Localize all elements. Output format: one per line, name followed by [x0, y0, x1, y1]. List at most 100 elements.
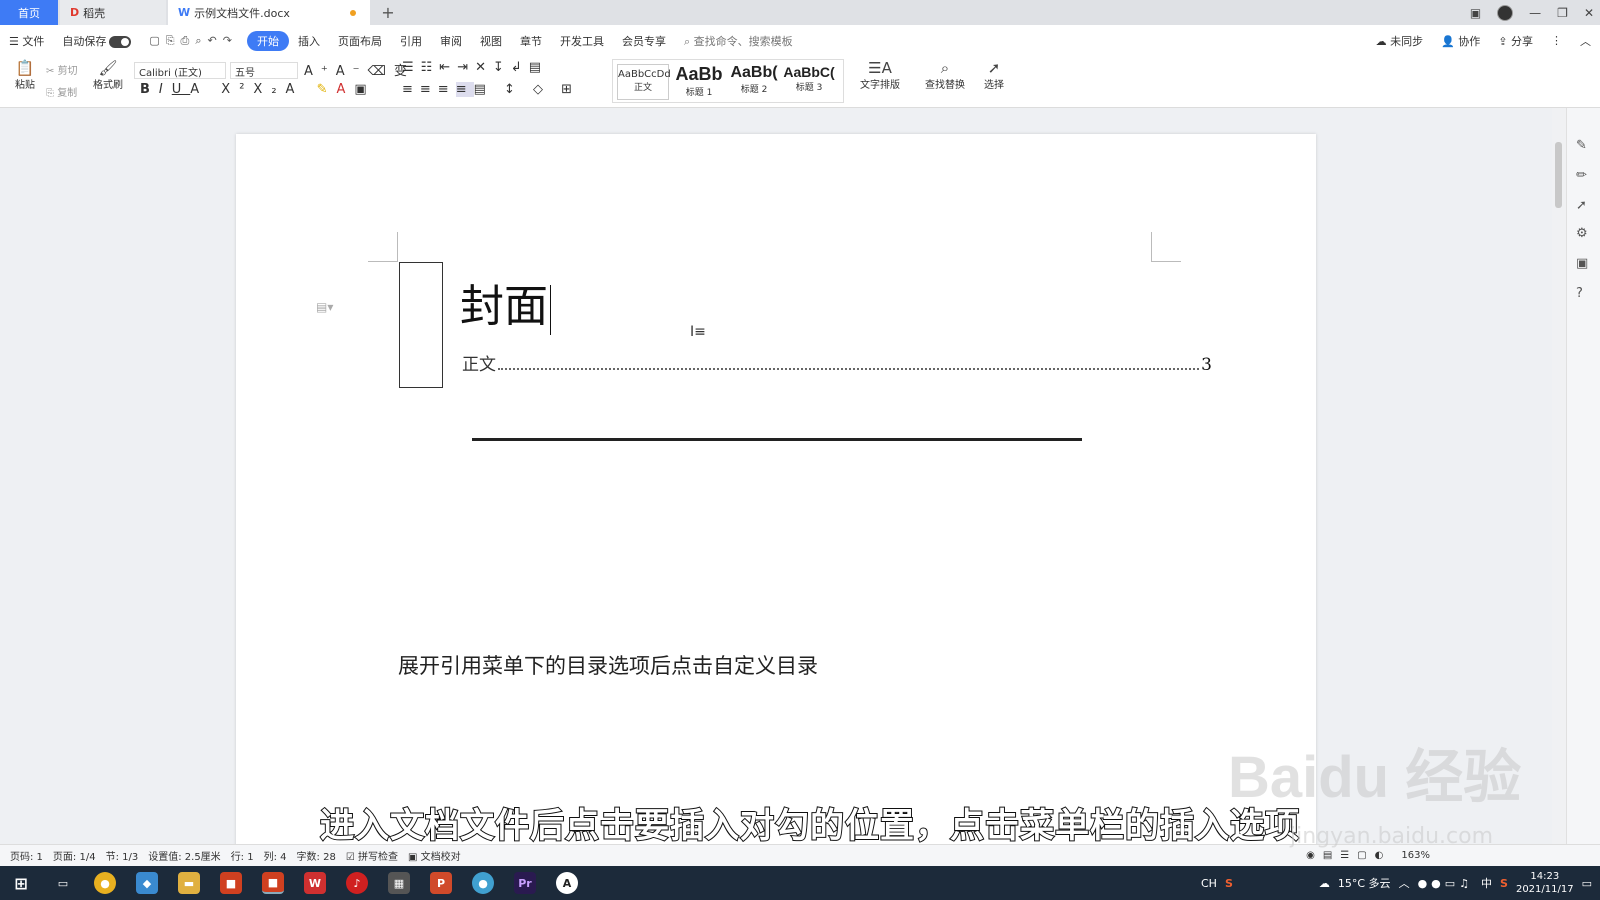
task-view-icon[interactable]: ▭ [52, 872, 74, 894]
copy-button[interactable]: ⎘ 复制 [46, 84, 77, 99]
notification-icon[interactable]: ▭ [1582, 877, 1592, 890]
autosave-toggle[interactable]: 自动保存 [53, 33, 140, 49]
style-h3-label: 标题 3 [795, 83, 823, 93]
restore-icon[interactable]: ❐ [1557, 6, 1568, 20]
style-normal[interactable]: AaBbCcDd 正文 [617, 64, 671, 100]
paragraph-tools-row2[interactable]: ≡≡≡≡▤ ↕ ◇ ⊞ [402, 82, 579, 97]
layout-icon[interactable]: ▣ [1470, 6, 1481, 20]
brush-icon: 🖌 [98, 59, 118, 77]
quick-access-icons[interactable]: ▢⎘⎙⌕↶↷ [140, 34, 247, 48]
language-indicator[interactable]: 中 [1481, 875, 1492, 891]
status-pages[interactable]: 页面: 1/4 [53, 848, 96, 863]
video-app-icon[interactable]: ▦ [388, 872, 410, 894]
sogou-tray-icon[interactable]: S [1500, 877, 1508, 890]
text-layout-button[interactable]: ☰A 文字排版 [856, 60, 904, 91]
menu-item-insert[interactable]: 插入 [289, 33, 329, 49]
find-replace-button[interactable]: ⌕ 查找替换 [920, 60, 970, 91]
status-setting[interactable]: 设置值: 2.5厘米 [148, 848, 220, 863]
sogou-ime-icon[interactable]: S [1225, 877, 1233, 890]
avatar[interactable] [1497, 4, 1514, 21]
panel-edit-icon[interactable]: ✏ [1576, 168, 1587, 183]
font-format-row[interactable]: BIUA X²X₂A ✎A▣ [140, 82, 376, 97]
horizontal-rule [472, 438, 1082, 441]
app-a-icon[interactable]: A [556, 872, 578, 894]
font-size-value: 五号 [235, 68, 255, 79]
panel-style-icon[interactable]: ✎ [1576, 138, 1587, 153]
tray-chevron-icon[interactable]: ︿ [1399, 875, 1410, 891]
close-icon[interactable]: ✕ [1584, 6, 1594, 20]
app-ppt-icon[interactable]: P [430, 872, 452, 894]
text-frame[interactable] [399, 262, 443, 388]
netease-music-icon[interactable]: ♪ [346, 872, 368, 894]
status-section[interactable]: 节: 1/3 [106, 848, 139, 863]
status-col[interactable]: 列: 4 [264, 848, 287, 863]
command-search[interactable]: ⌕ 查找命令、搜索模板 [675, 33, 802, 49]
wps-app-icon[interactable]: ■ [262, 872, 284, 894]
format-painter-button[interactable]: 🖌 格式刷 [92, 60, 124, 91]
app-red-icon[interactable]: ■ [220, 872, 242, 894]
minimize-icon[interactable]: — [1529, 6, 1541, 20]
cover-heading[interactable]: 封面 [460, 270, 551, 335]
windows-start-icon[interactable]: ⊞ [10, 872, 32, 894]
premiere-icon[interactable]: Pr [514, 872, 536, 894]
style-h1-preview: AaBb [675, 64, 723, 84]
chrome-2-icon[interactable]: ● [472, 872, 494, 894]
panel-select-icon[interactable]: ➚ [1576, 198, 1587, 213]
ime-indicator[interactable]: CH [1201, 877, 1217, 890]
paragraph-tools-row1[interactable]: ☰☷⇤⇥✕↧↲▤ [402, 60, 548, 75]
app-blue-icon[interactable]: ◆ [136, 872, 158, 894]
weather-text[interactable]: 15°C 多云 [1338, 875, 1391, 891]
tab-home[interactable]: 首页 [0, 0, 58, 25]
chrome-icon[interactable]: ● [94, 872, 116, 894]
status-page[interactable]: 页码: 1 [10, 848, 43, 863]
paragraph-marker-icon[interactable]: ▤▾ [316, 300, 333, 314]
share-button[interactable]: ⇪ 分享 [1489, 33, 1542, 49]
vertical-scrollbar[interactable] [1552, 108, 1566, 844]
view-mode-icons[interactable]: ◉▤☰▢◐ [1306, 850, 1391, 861]
scroll-thumb[interactable] [1555, 142, 1562, 208]
style-gallery: AaBbCcDd 正文 AaBb 标题 1 AaBb(标题 2 AaBbC(标题 3 [612, 59, 844, 103]
menu-item-page-layout[interactable]: 页面布局 [329, 33, 391, 49]
file-explorer-icon[interactable]: ▬ [178, 872, 200, 894]
menu-item-section[interactable]: 章节 [511, 33, 551, 49]
collab-label: 协作 [1458, 34, 1481, 48]
tab-daoke[interactable]: D 稻壳 [60, 0, 166, 25]
wps-office-icon[interactable]: W [304, 872, 326, 894]
style-heading-3[interactable]: AaBbC(标题 3 [781, 64, 837, 93]
more-icon[interactable]: ⋮ [1542, 34, 1571, 47]
panel-image-icon[interactable]: ▣ [1576, 256, 1588, 271]
menu-item-references[interactable]: 引用 [391, 33, 431, 49]
new-tab-button[interactable]: + [378, 0, 398, 25]
menu-item-developer[interactable]: 开发工具 [551, 33, 613, 49]
instruction-paragraph[interactable]: 展开引用菜单下的目录选项后点击自定义目录 [398, 650, 818, 680]
cut-button[interactable]: ✂ 剪切 [46, 62, 78, 77]
proofread-label: 文档校对 [420, 852, 461, 863]
document-page[interactable]: 封面 I≡ 正文 3 展开引用菜单下的目录选项后点击自定义目录 [236, 134, 1316, 854]
clock[interactable]: 14:23 2021/11/17 [1516, 870, 1574, 896]
font-family-select[interactable]: Calibri (正文) [134, 62, 226, 79]
zoom-level[interactable]: 163% [1401, 850, 1430, 861]
select-button[interactable]: ➚ 选择 [978, 60, 1010, 91]
menu-item-member[interactable]: 会员专享 [613, 33, 675, 49]
style-heading-1[interactable]: AaBb 标题 1 [671, 64, 727, 98]
paste-button[interactable]: 📋 粘贴 [10, 60, 40, 91]
collab-button[interactable]: 👤 协作 [1432, 33, 1489, 49]
sync-button[interactable]: ☁ 未同步 [1367, 33, 1433, 49]
font-size-select[interactable]: 五号 [230, 62, 298, 79]
font-tools-row1[interactable]: A⁺A⁻⌫变 [304, 60, 415, 79]
menu-item-view[interactable]: 视图 [471, 33, 511, 49]
tray-icons[interactable]: ●●▭♫ [1418, 877, 1473, 890]
panel-help-icon[interactable]: ? [1576, 286, 1583, 301]
tab-document[interactable]: W 示例文档文件.docx [168, 0, 370, 25]
collapse-ribbon-icon[interactable]: ︿ [1571, 33, 1600, 49]
style-heading-2[interactable]: AaBb(标题 2 [727, 64, 781, 95]
file-menu[interactable]: ☰ 文件 [0, 33, 53, 49]
toc-entry[interactable]: 正文 3 [462, 350, 1212, 375]
proofread-button[interactable]: ▣ 文档校对 [408, 848, 461, 863]
menu-item-review[interactable]: 审阅 [431, 33, 471, 49]
status-words[interactable]: 字数: 28 [297, 848, 336, 863]
menu-item-start[interactable]: 开始 [246, 30, 289, 51]
status-line[interactable]: 行: 1 [231, 848, 254, 863]
spell-check-button[interactable]: ☑ 拼写检查 [346, 848, 398, 863]
panel-settings-icon[interactable]: ⚙ [1576, 226, 1588, 241]
